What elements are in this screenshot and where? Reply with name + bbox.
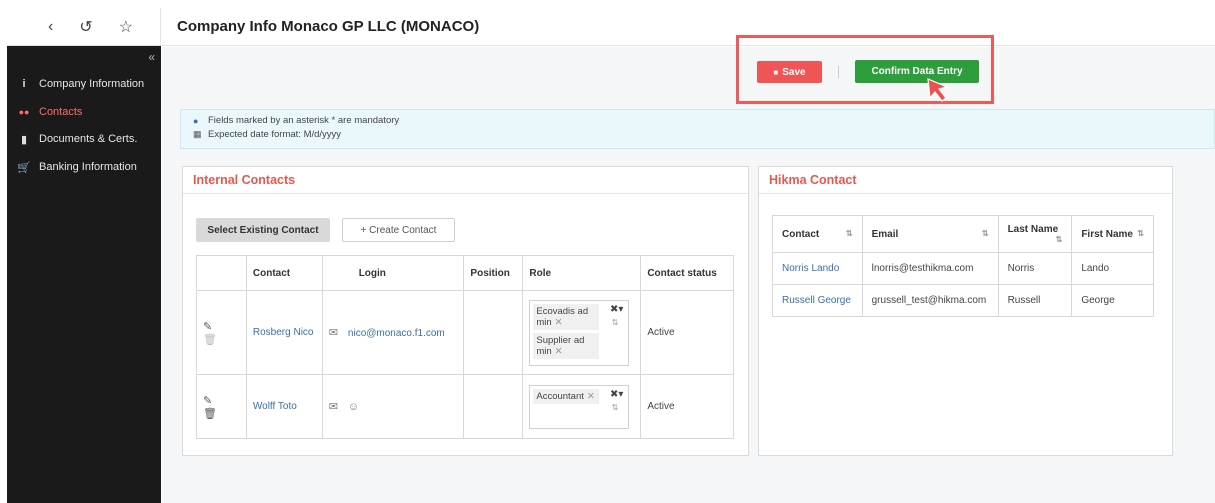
email-cell: lnorris@testhikma.com [861, 252, 999, 285]
confirm-data-entry-button[interactable]: Confirm Data Entry [855, 60, 979, 83]
sidebar-item-documents[interactable]: ▮ Documents & Certs. [7, 128, 161, 150]
save-button[interactable]: ■ Save [757, 61, 822, 83]
mail-icon: ✉ [328, 401, 338, 413]
contact-link[interactable]: Rosberg Nico [253, 327, 314, 338]
info-circle-icon: ● [193, 115, 199, 126]
edit-icon[interactable]: ✎ [203, 321, 212, 333]
top-bar: ‹ ↺ ☆ Company Info Monaco GP LLC (MONACO… [7, 7, 1215, 46]
role-chip: Supplier ad min ✕ [533, 332, 600, 359]
internal-contacts-table: Contact Login Position Role Contact stat… [196, 255, 734, 439]
table-row: ✎🗑 Rosberg Nico ✉ nico@monaco.f1.com Ecov… [196, 290, 734, 375]
position-cell [463, 290, 524, 375]
email-cell: grussell_test@hikma.com [861, 284, 999, 317]
users-icon: ●● [18, 107, 30, 117]
page-title: Company Info Monaco GP LLC (MONACO) [177, 18, 480, 35]
mandatory-note: Fields marked by an asterisk * are manda… [208, 115, 400, 126]
col-contact-status[interactable]: Contact status [640, 255, 734, 291]
role-chip: Accountant ✕ [533, 388, 600, 404]
col-label: First Name [1081, 228, 1133, 240]
sidebar-item-label: Documents & Certs. [39, 133, 138, 145]
edit-icon[interactable]: ✎ [203, 395, 212, 407]
cart-icon: 🛒 [17, 161, 31, 174]
remove-chip-icon[interactable]: ✕ [555, 346, 563, 357]
first-name-cell: George [1071, 284, 1154, 317]
history-icon[interactable]: ↺ [79, 17, 92, 37]
collapse-sidebar-icon[interactable]: « [148, 50, 155, 64]
sidebar-item-company-information[interactable]: i Company Information [7, 73, 161, 95]
col-position[interactable]: Position [463, 255, 524, 291]
panel-title: Hikma Contact [759, 167, 1172, 194]
info-banner: ● Fields marked by an asterisk * are man… [180, 109, 1215, 149]
divider [838, 66, 839, 78]
save-button-label: Save [782, 66, 806, 78]
document-icon: ▮ [20, 133, 28, 146]
role-multiselect[interactable]: Accountant ✕ ✖▾ ⇅ [529, 384, 630, 429]
mail-icon: ✉ [328, 327, 338, 339]
col-contact[interactable]: Contact [245, 255, 323, 291]
contact-link[interactable]: Wolff Toto [253, 401, 297, 412]
sort-icon[interactable]: ⇅ [1137, 229, 1144, 238]
col-login[interactable]: Login [321, 255, 465, 291]
sidebar: « i Company Information ●● Contacts ▮ Do… [7, 46, 161, 503]
nav-buttons: ‹ ↺ ☆ [7, 7, 161, 46]
create-contact-button[interactable]: + Create Contact [342, 218, 455, 242]
panel-title: Internal Contacts [183, 167, 748, 194]
sort-icon[interactable]: ⇅ [846, 229, 853, 238]
col-last-name[interactable]: Last Name ⇅ [997, 215, 1073, 253]
contact-status: Active [640, 290, 734, 375]
remove-chip-icon[interactable]: ✕ [555, 317, 563, 328]
col-label: Contact [782, 228, 820, 240]
back-icon[interactable]: ‹ [48, 18, 53, 36]
col-role[interactable]: Role [522, 255, 642, 291]
save-icon: ■ [773, 67, 779, 77]
info-icon: i [22, 78, 26, 90]
sidebar-item-label: Company Information [39, 78, 145, 90]
table-row: Norris Lando lnorris@testhikma.com Norri… [772, 252, 1154, 285]
last-name-cell: Norris [997, 252, 1073, 285]
clear-dropdown-icon[interactable]: ✖▾ [610, 304, 623, 315]
role-chip-label: Accountant [536, 390, 584, 402]
calendar-icon: ▦ [193, 129, 202, 139]
login-email[interactable]: nico@monaco.f1.com [348, 328, 445, 339]
col-first-name[interactable]: First Name ⇅ [1071, 215, 1154, 253]
last-name-cell: Russell [997, 284, 1073, 317]
sidebar-item-label: Banking Information [39, 161, 137, 173]
row-actions: ✎🗑 [196, 374, 247, 439]
user-icon[interactable]: ☺ [348, 401, 359, 413]
hikma-contacts-table: Contact ⇅ Email ⇅ Last Name ⇅ First Name ⇅ N… [772, 215, 1154, 317]
remove-chip-icon[interactable]: ✕ [587, 391, 595, 402]
sidebar-item-label: Contacts [39, 106, 83, 118]
col-actions [196, 255, 247, 291]
sidebar-item-contacts[interactable]: ●● Contacts [7, 101, 161, 123]
internal-contacts-panel: Internal Contacts Select Existing Contac… [182, 166, 749, 456]
sort-icon[interactable]: ⇅ [982, 229, 989, 238]
col-email[interactable]: Email ⇅ [861, 215, 999, 253]
contact-link[interactable]: Russell George [782, 295, 851, 306]
table-row: ✎🗑 Wolff Toto ✉ ☺ Accountant ✕ ✖▾ ⇅ Active [196, 374, 734, 439]
star-icon[interactable]: ☆ [119, 17, 133, 37]
sort-icon[interactable]: ⇅ [1056, 235, 1063, 244]
hikma-contact-panel: Hikma Contact Contact ⇅ Email ⇅ Last Name ⇅… [758, 166, 1173, 456]
col-label: Last Name [1007, 224, 1059, 235]
contact-status: Active [640, 374, 734, 439]
sidebar-item-banking[interactable]: 🛒 Banking Information [7, 156, 161, 178]
select-existing-contact-button[interactable]: Select Existing Contact [196, 218, 330, 242]
first-name-cell: Lando [1071, 252, 1154, 285]
delete-icon[interactable]: 🗑 [203, 334, 217, 346]
role-chip: Ecovadis ad min ✕ [533, 303, 600, 330]
table-row: Russell George grussell_test@hikma.com R… [772, 284, 1154, 317]
col-contact[interactable]: Contact ⇅ [772, 215, 863, 253]
contact-link[interactable]: Norris Lando [782, 263, 839, 274]
sort-icon: ⇅ [611, 402, 619, 412]
date-format-note: Expected date format: M/d/yyyy [208, 129, 342, 140]
sort-icon: ⇅ [611, 317, 619, 327]
col-label: Email [871, 228, 899, 240]
cursor-arrow-icon [927, 78, 949, 102]
position-cell [463, 374, 524, 439]
row-actions: ✎🗑 [196, 290, 247, 375]
delete-icon[interactable]: 🗑 [203, 408, 217, 420]
clear-dropdown-icon[interactable]: ✖▾ [610, 389, 623, 400]
role-multiselect[interactable]: Ecovadis ad min ✕ Supplier ad min ✕ ✖▾ ⇅ [529, 299, 630, 366]
